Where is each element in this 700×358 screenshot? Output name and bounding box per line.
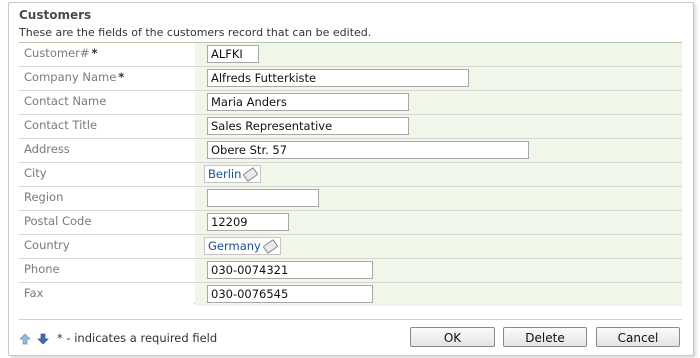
field-label: Contact Title xyxy=(19,115,194,138)
field-row-phone: Phone xyxy=(19,259,682,283)
eraser-icon[interactable] xyxy=(262,239,279,254)
field-row-customer-id: Customer# * xyxy=(19,43,682,67)
field-row-fax: Fax xyxy=(19,283,682,306)
fax-input[interactable] xyxy=(207,285,373,303)
field-value-cell: Berlin xyxy=(195,163,682,186)
city-lookup-value[interactable]: Berlin xyxy=(208,167,241,181)
field-value-cell xyxy=(195,67,682,90)
field-value-cell xyxy=(195,43,682,66)
field-label: Postal Code xyxy=(19,211,194,234)
form-title: Customers xyxy=(19,8,92,22)
field-row-contact-title: Contact Title xyxy=(19,115,682,139)
eraser-icon[interactable] xyxy=(242,167,259,182)
delete-button[interactable]: Delete xyxy=(503,327,587,347)
field-value-cell: Germany xyxy=(195,235,682,258)
city-lookup[interactable]: Berlin xyxy=(204,165,262,183)
field-row-city: City Berlin xyxy=(19,163,682,187)
field-row-contact-name: Contact Name xyxy=(19,91,682,115)
field-value-cell xyxy=(195,211,682,234)
region-input[interactable] xyxy=(207,189,319,207)
phone-input[interactable] xyxy=(207,261,373,279)
field-row-postal-code: Postal Code xyxy=(19,211,682,235)
postal-code-input[interactable] xyxy=(207,213,289,231)
field-value-cell xyxy=(195,283,682,306)
field-label: Address xyxy=(19,139,194,162)
customer-edit-form-panel: Customers These are the fields of the cu… xyxy=(8,2,694,356)
field-label: Phone xyxy=(19,259,194,282)
field-row-company-name: Company Name * xyxy=(19,67,682,91)
field-label: Customer# * xyxy=(19,43,194,66)
address-input[interactable] xyxy=(207,141,529,159)
contact-title-input[interactable] xyxy=(207,117,409,135)
field-value-cell xyxy=(195,259,682,282)
required-marker: * xyxy=(118,70,125,84)
field-value-cell xyxy=(195,187,682,210)
field-label: Fax xyxy=(19,283,194,306)
previous-record-arrow-icon[interactable] xyxy=(19,333,31,345)
fields-table: Customer#* Company Name* Contact Name Co… xyxy=(19,42,682,306)
field-label: Country xyxy=(19,235,194,258)
field-value-cell xyxy=(195,91,682,114)
contact-name-input[interactable] xyxy=(207,93,409,111)
cancel-button[interactable]: Cancel xyxy=(596,327,680,347)
field-label: Company Name * xyxy=(19,67,194,90)
required-marker: * xyxy=(91,46,98,60)
required-field-hint: * - indicates a required field xyxy=(57,331,218,345)
country-lookup[interactable]: Germany xyxy=(204,237,281,255)
field-value-cell xyxy=(195,139,682,162)
customer-id-input[interactable] xyxy=(207,45,259,63)
next-record-arrow-icon[interactable] xyxy=(37,333,49,345)
company-name-input[interactable] xyxy=(207,69,469,87)
footer-divider xyxy=(19,319,682,320)
field-row-region: Region xyxy=(19,187,682,211)
ok-button[interactable]: OK xyxy=(410,327,495,347)
field-label: City xyxy=(19,163,194,186)
field-value-cell xyxy=(195,115,682,138)
field-label: Region xyxy=(19,187,194,210)
country-lookup-value[interactable]: Germany xyxy=(208,239,261,253)
field-label: Contact Name xyxy=(19,91,194,114)
field-row-address: Address xyxy=(19,139,682,163)
form-description: These are the fields of the customers re… xyxy=(19,26,372,39)
field-row-country: Country Germany xyxy=(19,235,682,259)
